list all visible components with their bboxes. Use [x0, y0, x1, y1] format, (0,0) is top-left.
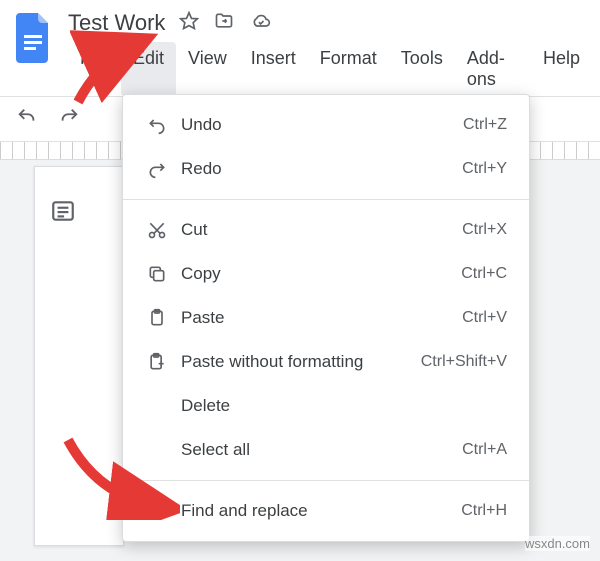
document-title[interactable]: Test Work	[68, 10, 165, 36]
paste-icon	[143, 308, 171, 328]
app-header: Test Work File Edit View Insert Format T…	[0, 0, 600, 96]
cut-icon	[143, 220, 171, 240]
toolbar-redo-icon[interactable]	[58, 106, 80, 133]
menuitem-redo[interactable]: Redo Ctrl+Y	[123, 147, 529, 191]
menuitem-shortcut: Ctrl+Y	[462, 160, 507, 178]
document-page[interactable]	[34, 166, 124, 546]
cloud-status-icon[interactable]	[249, 11, 273, 36]
menu-separator	[123, 480, 529, 481]
toolbar-undo-icon[interactable]	[16, 106, 38, 133]
menuitem-label: Redo	[171, 159, 462, 179]
menuitem-label: Find and replace	[171, 501, 461, 521]
menuitem-label: Paste	[171, 308, 462, 328]
menu-edit[interactable]: Edit	[121, 42, 176, 96]
outline-icon[interactable]	[50, 198, 76, 229]
move-to-folder-icon[interactable]	[213, 11, 235, 36]
menuitem-shortcut: Ctrl+V	[462, 309, 507, 327]
menuitem-copy[interactable]: Copy Ctrl+C	[123, 252, 529, 296]
menuitem-shortcut: Ctrl+X	[462, 221, 507, 239]
star-icon[interactable]	[179, 11, 199, 36]
menuitem-label: Undo	[171, 115, 463, 135]
menu-file[interactable]: File	[68, 42, 121, 96]
menu-view[interactable]: View	[176, 42, 239, 96]
menuitem-shortcut: Ctrl+H	[461, 502, 507, 520]
menuitem-shortcut: Ctrl+A	[462, 441, 507, 459]
watermark: wsxdn.com	[525, 536, 590, 551]
docs-logo-icon[interactable]	[14, 10, 54, 64]
menu-addons[interactable]: Add-ons	[455, 42, 531, 96]
menuitem-label: Cut	[171, 220, 462, 240]
menuitem-label: Copy	[171, 264, 461, 284]
menu-separator	[123, 199, 529, 200]
edit-menu-dropdown: Undo Ctrl+Z Redo Ctrl+Y Cut Ctrl+X Copy …	[122, 94, 530, 542]
menuitem-shortcut: Ctrl+C	[461, 265, 507, 283]
menuitem-cut[interactable]: Cut Ctrl+X	[123, 208, 529, 252]
menubar: File Edit View Insert Format Tools Add-o…	[68, 42, 592, 96]
menuitem-paste[interactable]: Paste Ctrl+V	[123, 296, 529, 340]
menuitem-paste-plain[interactable]: Paste without formatting Ctrl+Shift+V	[123, 340, 529, 384]
menuitem-label: Select all	[171, 440, 462, 460]
menu-format[interactable]: Format	[308, 42, 389, 96]
undo-icon	[143, 115, 171, 135]
menuitem-shortcut: Ctrl+Z	[463, 116, 507, 134]
menu-help[interactable]: Help	[531, 42, 592, 96]
menuitem-find-replace[interactable]: Find and replace Ctrl+H	[123, 489, 529, 533]
menuitem-shortcut: Ctrl+Shift+V	[421, 353, 507, 371]
copy-icon	[143, 264, 171, 284]
menuitem-label: Paste without formatting	[171, 352, 421, 372]
menu-tools[interactable]: Tools	[389, 42, 455, 96]
redo-icon	[143, 159, 171, 179]
menuitem-label: Delete	[171, 396, 507, 416]
menuitem-delete[interactable]: Delete	[123, 384, 529, 428]
menuitem-select-all[interactable]: Select all Ctrl+A	[123, 428, 529, 472]
menu-insert[interactable]: Insert	[239, 42, 308, 96]
paste-plain-icon	[143, 352, 171, 372]
menuitem-undo[interactable]: Undo Ctrl+Z	[123, 103, 529, 147]
